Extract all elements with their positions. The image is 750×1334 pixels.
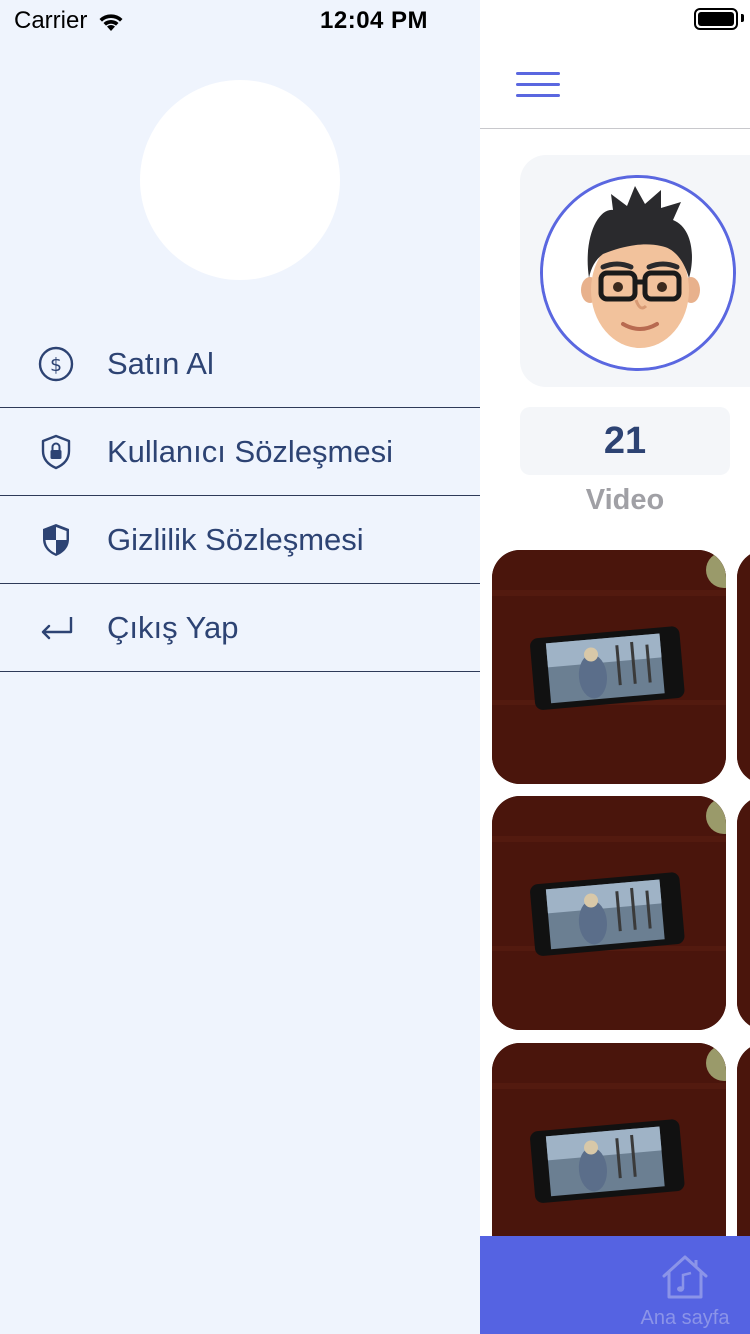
- main-screen: 21 Video Ana sayfa: [480, 0, 750, 1334]
- profile-avatar[interactable]: [540, 175, 736, 371]
- lock-shield-icon: [41, 434, 71, 470]
- menu-item-label: Satın Al: [107, 345, 214, 381]
- menu-item-buy[interactable]: $ Satın Al: [0, 320, 480, 408]
- tab-bar: Ana sayfa: [480, 1236, 750, 1334]
- video-thumbnail-image: [492, 796, 726, 1030]
- status-carrier: Carrier: [14, 7, 127, 35]
- memoji-avatar-icon: [543, 178, 733, 368]
- tab-home[interactable]: Ana sayfa: [600, 1254, 750, 1330]
- video-thumbnail-image: [492, 550, 726, 784]
- side-drawer: Carrier 12:04 PM $ Satın Al Kullanıcı Sö…: [0, 0, 480, 1334]
- menu-item-user-agreement[interactable]: Kullanıcı Sözleşmesi: [0, 408, 480, 496]
- menu-item-label: Kullanıcı Sözleşmesi: [107, 433, 394, 469]
- profile-card: [520, 155, 750, 387]
- menu-item-label: Çıkış Yap: [107, 609, 239, 645]
- video-thumbnail[interactable]: [737, 796, 750, 1030]
- video-count-label: Video: [585, 484, 665, 516]
- video-thumbnail[interactable]: [737, 550, 750, 784]
- drawer-menu: $ Satın Al Kullanıcı Sözleşmesi Gizlilik…: [0, 320, 480, 672]
- home-music-icon: [662, 1255, 708, 1299]
- video-thumbnail-image: [737, 796, 750, 1030]
- wifi-icon: [99, 14, 123, 31]
- menu-hamburger-icon[interactable]: [516, 72, 560, 98]
- svg-text:$: $: [50, 354, 62, 376]
- menu-item-logout[interactable]: Çıkış Yap: [0, 584, 480, 672]
- video-thumbnail[interactable]: [492, 550, 726, 784]
- return-arrow-icon: [41, 617, 73, 640]
- carrier-label: Carrier: [14, 7, 88, 34]
- status-time: 12:04 PM: [320, 7, 429, 34]
- drawer-avatar[interactable]: [140, 80, 340, 280]
- video-thumbnail[interactable]: [492, 796, 726, 1030]
- menu-item-label: Gizlilik Sözleşmesi: [107, 521, 364, 557]
- menu-item-privacy-agreement[interactable]: Gizlilik Sözleşmesi: [0, 496, 480, 584]
- navigation-bar: [480, 0, 750, 129]
- video-count: 21: [520, 407, 730, 475]
- video-thumbnail-image: [737, 550, 750, 784]
- shield-icon: [43, 524, 69, 556]
- dollar-circle-icon: $: [38, 346, 74, 382]
- tab-home-label: Ana sayfa: [640, 1307, 730, 1329]
